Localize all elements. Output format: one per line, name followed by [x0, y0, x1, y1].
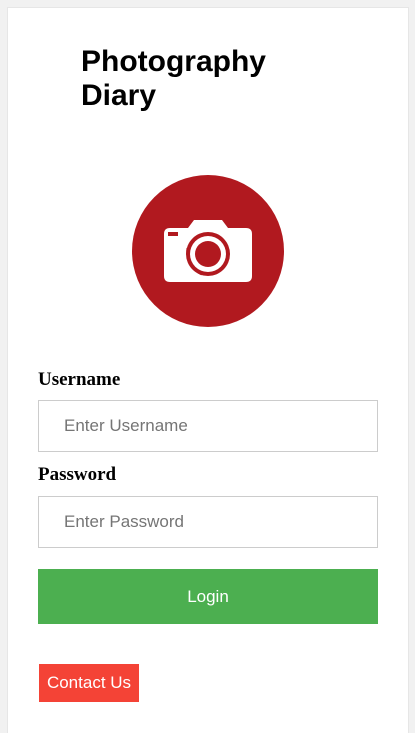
login-button[interactable]: Login [38, 569, 378, 624]
camera-icon [162, 214, 254, 289]
app-logo [132, 175, 284, 327]
password-label: Password [38, 464, 117, 485]
password-input[interactable] [38, 496, 378, 548]
username-label: Username [38, 369, 121, 390]
page-title: Photography Diary [81, 45, 266, 112]
login-card: Photography Diary Username Password Logi… [8, 8, 408, 733]
username-input[interactable] [38, 400, 378, 452]
contact-us-button[interactable]: Contact Us [39, 664, 139, 702]
